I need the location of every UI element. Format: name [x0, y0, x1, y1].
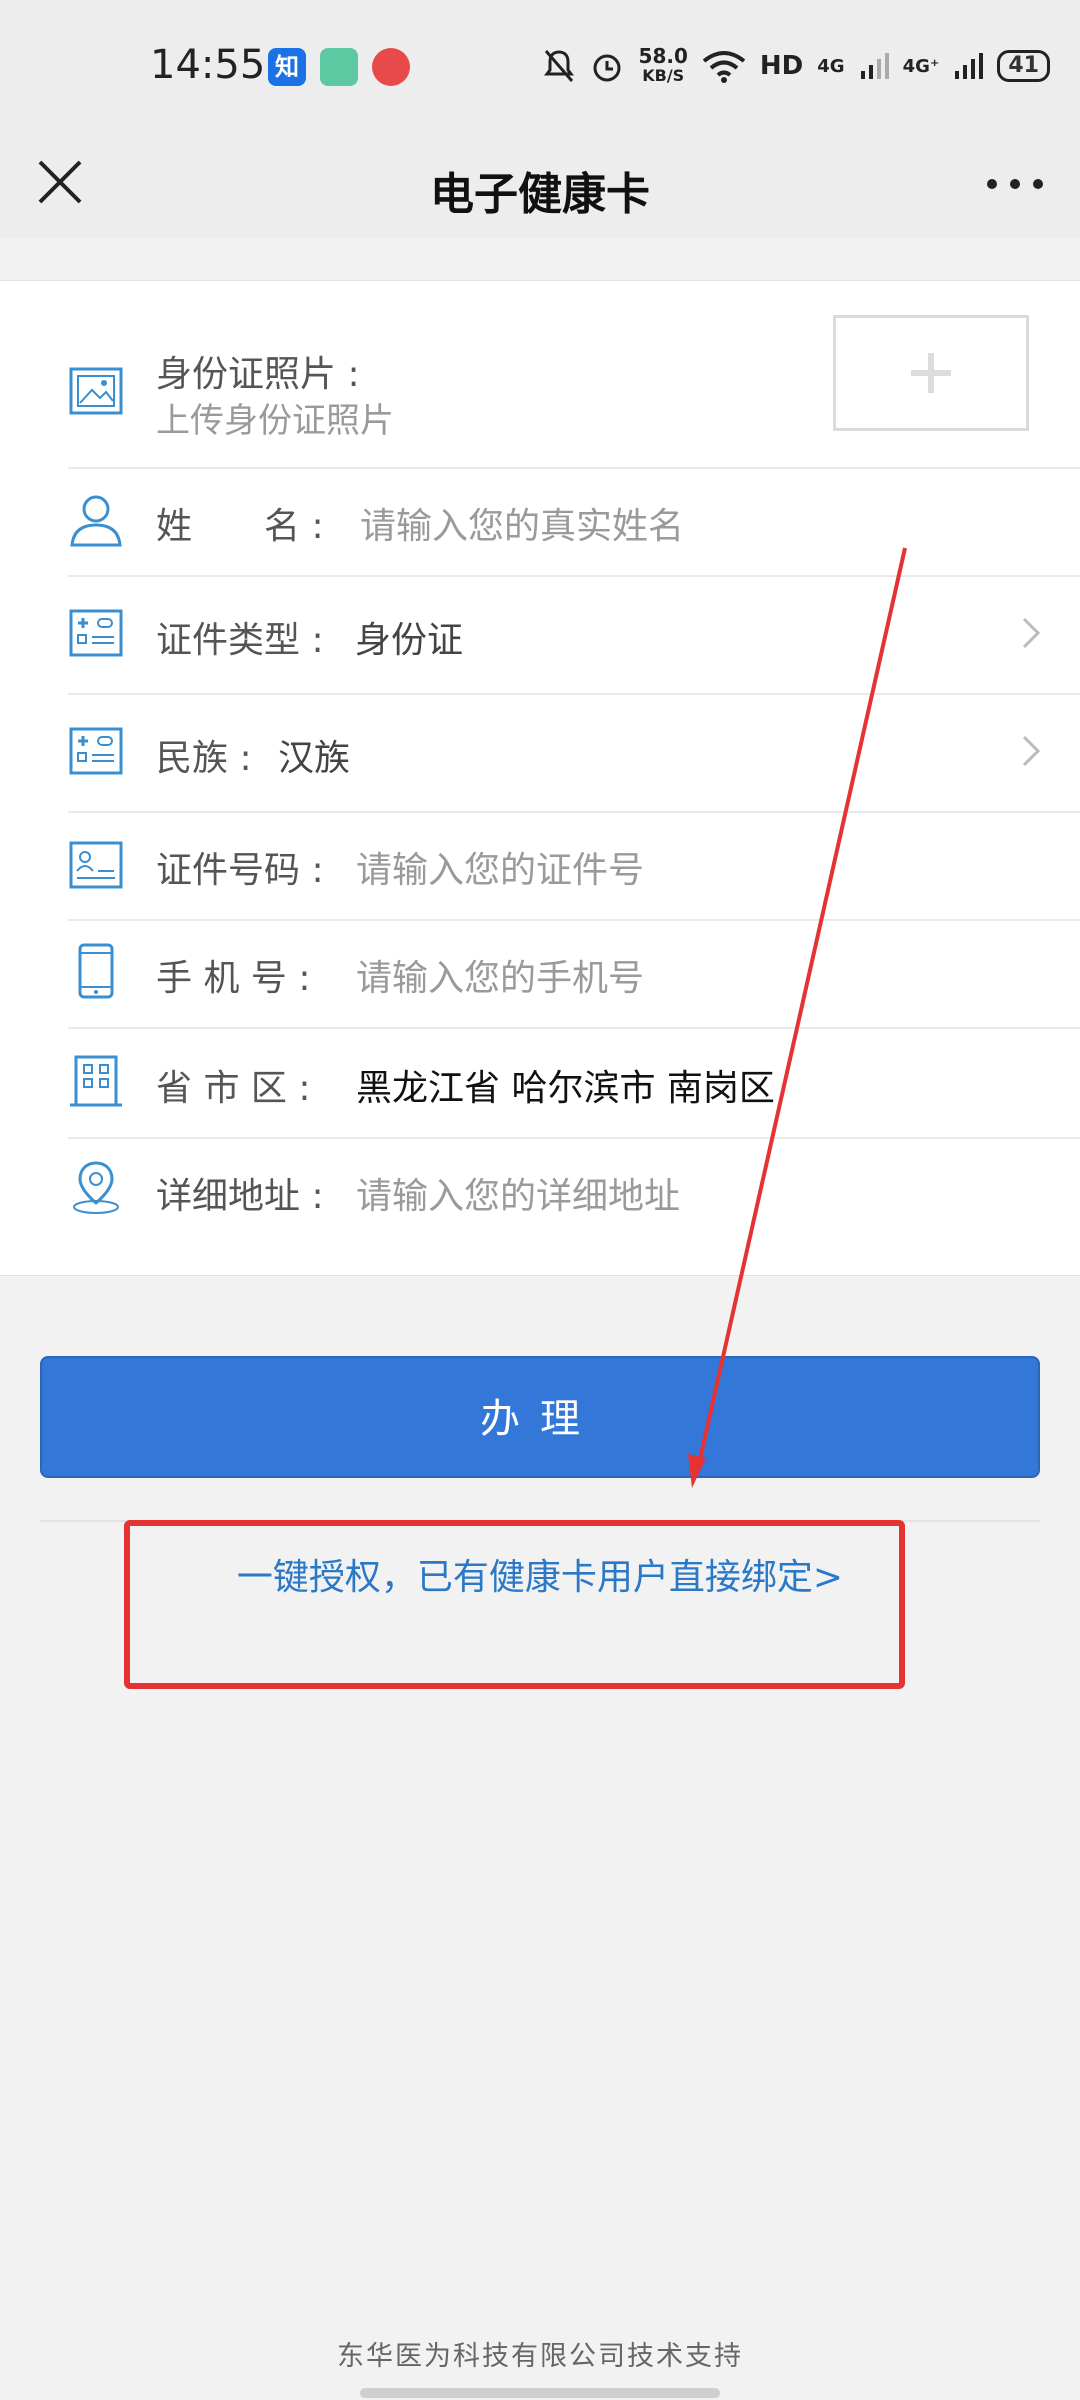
address-field[interactable]: 详细地址 : 请输入您的详细地址 — [68, 1137, 1080, 1245]
name-input[interactable]: 请输入您的真实姓名 — [360, 497, 684, 549]
location-pin-icon — [73, 1161, 119, 1214]
nav-bar: 电子健康卡 — [0, 136, 1080, 238]
user-icon — [70, 495, 122, 547]
battery-indicator: 41 — [997, 50, 1050, 82]
building-icon — [70, 1055, 122, 1107]
alarm-icon — [593, 54, 621, 82]
name-field[interactable]: 姓 名 : 请输入您的真实姓名 — [68, 467, 1080, 577]
signal-icon — [860, 53, 889, 79]
ethnicity-select[interactable]: 民族 : 汉族 — [68, 693, 1080, 813]
zhihu-app-icon: 知 — [268, 48, 306, 86]
id-card-icon — [69, 609, 123, 657]
id-number-field[interactable]: 证件号码 : 请输入您的证件号 — [68, 811, 1080, 921]
chevron-right-icon — [1022, 617, 1041, 649]
page-title: 电子健康卡 — [430, 169, 650, 220]
phone-field[interactable]: 手 机 号 : 请输入您的手机号 — [68, 919, 1080, 1029]
ethnicity-label: 民族 : — [156, 738, 252, 779]
bind-existing-card-link[interactable]: 一键授权，已有健康卡用户直接绑定> — [0, 1548, 1080, 1600]
upload-photo-button[interactable] — [833, 315, 1029, 431]
address-input[interactable]: 请输入您的详细地址 — [356, 1167, 680, 1219]
signal-label-2: 4G⁺ — [902, 55, 940, 77]
id-photo-hint: 上传身份证照片 — [156, 401, 394, 441]
id-card-icon — [69, 727, 123, 775]
ethnicity-value: 汉族 — [278, 738, 351, 779]
region-select[interactable]: 省 市 区 : 黑龙江省 哈尔滨市 南岗区 — [68, 1027, 1080, 1139]
id-photo-icon — [69, 367, 123, 415]
chevron-right-icon — [1022, 735, 1041, 767]
divider — [40, 1520, 1040, 1522]
id-number-label: 证件号码 : — [156, 850, 324, 891]
id-photo-label: 身份证照片 : — [156, 354, 360, 395]
home-indicator[interactable] — [360, 2388, 720, 2398]
phone-icon — [78, 943, 114, 999]
status-indicators: 58.0 KB/S HD 4G 4G⁺ 41 — [543, 44, 1050, 88]
id-type-label: 证件类型 : — [156, 620, 324, 661]
plus-icon — [911, 353, 951, 393]
phone-input[interactable]: 请输入您的手机号 — [356, 949, 644, 1001]
id-type-select[interactable]: 证件类型 : 身份证 — [68, 575, 1080, 695]
net-speed-unit: KB/S — [642, 66, 685, 85]
signal-label-1: 4G — [817, 55, 845, 77]
hd-label: HD — [759, 51, 804, 81]
signal-icon — [955, 53, 984, 79]
net-speed-value: 58.0 — [638, 44, 688, 68]
region-label: 省 市 区 : — [156, 1068, 311, 1109]
id-photo-row[interactable]: 身份证照片 : 上传身份证照片 — [68, 281, 1080, 469]
health-card-form: 身份证照片 : 上传身份证照片 姓 名 : 请输入您的真实姓名 证件类型 : 身… — [0, 280, 1080, 1276]
news-app-icon — [372, 48, 410, 86]
mute-bell-icon — [543, 50, 574, 82]
id-number-icon — [69, 841, 123, 889]
phone-label: 手 机 号 : — [156, 958, 311, 999]
id-type-value: 身份证 — [355, 620, 464, 661]
submit-button[interactable]: 办理 — [40, 1356, 1040, 1478]
region-value: 黑龙江省 哈尔滨市 南岗区 — [356, 1068, 775, 1109]
wifi-icon — [702, 51, 746, 83]
name-label: 姓 名 : — [156, 506, 324, 547]
footer-credit: 东华医为科技有限公司技术支持 — [337, 2341, 743, 2372]
more-options-icon[interactable] — [980, 154, 1050, 214]
address-label: 详细地址 : — [156, 1176, 324, 1217]
net-speed: 58.0 KB/S — [639, 46, 688, 86]
status-time: 14:55 — [150, 42, 266, 88]
chat-app-icon — [320, 48, 358, 86]
id-number-input[interactable]: 请输入您的证件号 — [356, 841, 644, 893]
status-bar: 14:55 知 58.0 KB/S HD 4G 4G⁺ 41 — [0, 0, 1080, 136]
